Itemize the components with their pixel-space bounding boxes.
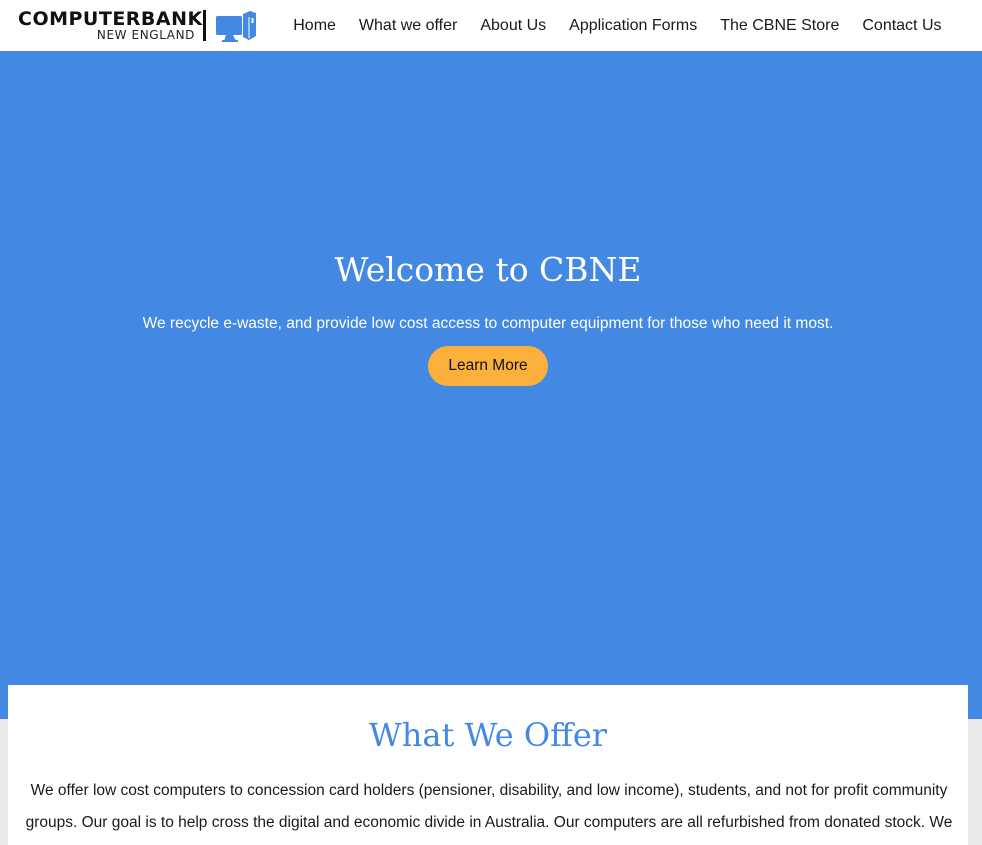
logo-title: COMPUTERBANK — [18, 8, 203, 30]
nav-item-about-us[interactable]: About Us — [469, 0, 558, 51]
nav-item-application-forms[interactable]: Application Forms — [558, 0, 709, 51]
nav-item-what-we-offer[interactable]: What we offer — [347, 0, 468, 51]
nav-item-contact-us[interactable]: Contact Us — [851, 0, 953, 51]
main-nav: Home What we offer About Us Application … — [282, 0, 953, 51]
nav-item-home[interactable]: Home — [282, 0, 348, 51]
logo-divider — [203, 10, 206, 41]
hero-section: Welcome to CBNE We recycle e-waste, and … — [0, 51, 982, 719]
nav-item-cbne-store[interactable]: The CBNE Store — [709, 0, 851, 51]
hero-subtitle: We recycle e-waste, and provide low cost… — [142, 315, 834, 332]
offer-description: We offer low cost computers to concessio… — [25, 782, 953, 831]
computer-monitor-tower-icon — [214, 10, 258, 42]
logo-subtitle: NEW ENGLAND — [96, 28, 195, 42]
learn-more-button[interactable]: Learn More — [428, 346, 548, 386]
site-logo[interactable]: COMPUTERBANK NEW ENGLAND — [18, 8, 258, 44]
hero-title: Welcome to CBNE — [334, 250, 642, 289]
offer-title: What We Offer — [368, 716, 608, 754]
top-navigation-bar: COMPUTERBANK NEW ENGLAND Home What we of… — [0, 0, 982, 51]
what-we-offer-section: What We Offer We offer low cost computer… — [8, 685, 968, 845]
